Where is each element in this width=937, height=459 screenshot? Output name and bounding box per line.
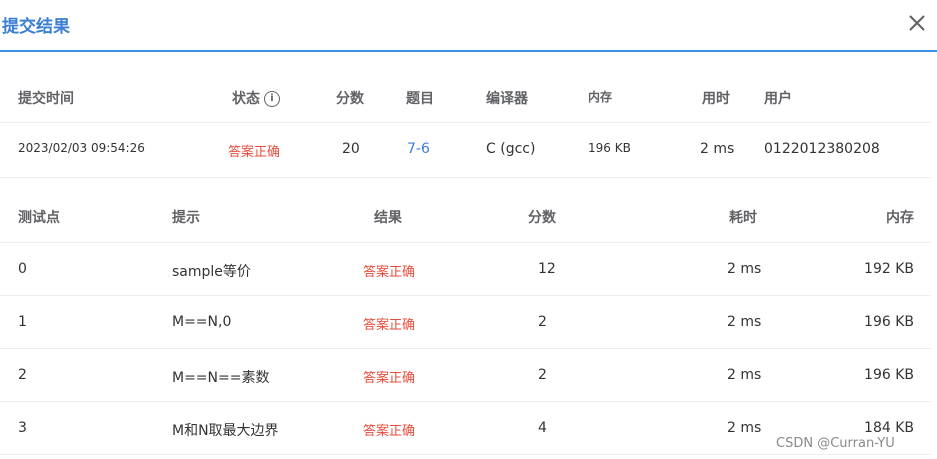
table-row: 2 M==N==素数 答案正确 2 2 ms 196 KB <box>0 349 931 402</box>
dialog-title: 提交结果 <box>2 17 70 37</box>
col-header-memory: 内存 <box>886 210 914 226</box>
testcase-id: 0 <box>18 261 27 277</box>
summary-row: 2023/02/03 09:54:26 答案正确 20 7-6 C (gcc) … <box>0 123 931 178</box>
testcase-table-header: 测试点 提示 结果 分数 耗时 内存 <box>0 190 931 243</box>
testcase-hint: M==N==素数 <box>172 370 270 386</box>
testcase-score: 4 <box>538 420 547 436</box>
summary-user: 0122012380208 <box>764 141 880 157</box>
col-header-id: 测试点 <box>18 210 60 226</box>
col-header-result: 结果 <box>374 210 402 226</box>
summary-header-status: 状态 i <box>232 88 280 108</box>
testcase-memory: 184 KB <box>864 420 914 436</box>
summary-header-user: 用户 <box>764 91 792 107</box>
testcase-id: 1 <box>18 314 27 330</box>
testcase-score: 2 <box>538 367 547 383</box>
summary-status: 答案正确 <box>228 145 281 160</box>
testcase-hint: M==N,0 <box>172 314 232 330</box>
testcase-memory: 192 KB <box>864 261 914 277</box>
summary-header-compiler: 编译器 <box>486 91 528 107</box>
testcase-score: 12 <box>538 261 556 277</box>
testcase-score: 2 <box>538 314 547 330</box>
testcase-result: 答案正确 <box>363 318 416 333</box>
testcase-time: 2 ms <box>727 261 762 277</box>
testcase-time: 2 ms <box>727 420 762 436</box>
summary-problem-link[interactable]: 7-6 <box>407 141 430 157</box>
col-header-time: 耗时 <box>729 210 757 226</box>
info-icon[interactable]: i <box>264 91 280 107</box>
summary-duration: 2 ms <box>700 141 735 157</box>
testcase-result: 答案正确 <box>363 424 416 439</box>
testcase-time: 2 ms <box>727 367 762 383</box>
dialog-header: 提交结果 <box>0 0 937 52</box>
summary-header-duration: 用时 <box>702 91 730 107</box>
testcase-result: 答案正确 <box>363 265 416 280</box>
watermark: CSDN @Curran-YU <box>776 436 895 451</box>
table-row: 1 M==N,0 答案正确 2 2 ms 196 KB <box>0 296 931 349</box>
close-icon[interactable] <box>904 10 930 36</box>
testcase-memory: 196 KB <box>864 367 914 383</box>
summary-memory: 196 KB <box>588 141 631 155</box>
testcase-id: 2 <box>18 367 27 383</box>
summary-score: 20 <box>342 141 360 157</box>
summary-header-problem: 题目 <box>406 91 434 107</box>
summary-header-status-label: 状态 <box>232 91 260 107</box>
summary-time: 2023/02/03 09:54:26 <box>18 141 145 155</box>
testcase-memory: 196 KB <box>864 314 914 330</box>
testcase-result: 答案正确 <box>363 371 416 386</box>
col-header-hint: 提示 <box>172 210 200 226</box>
summary-header-row: 提交时间 状态 i 分数 题目 编译器 内存 用时 用户 <box>0 76 931 123</box>
testcase-hint: sample等价 <box>172 264 251 280</box>
summary-compiler: C (gcc) <box>486 141 536 157</box>
testcase-time: 2 ms <box>727 314 762 330</box>
summary-header-memory: 内存 <box>588 90 613 104</box>
testcase-hint: M和N取最大边界 <box>172 423 279 439</box>
col-header-score: 分数 <box>528 210 556 226</box>
table-row: 0 sample等价 答案正确 12 2 ms 192 KB <box>0 243 931 296</box>
testcase-id: 3 <box>18 420 27 436</box>
summary-header-time: 提交时间 <box>18 91 74 107</box>
summary-header-score: 分数 <box>336 91 364 107</box>
